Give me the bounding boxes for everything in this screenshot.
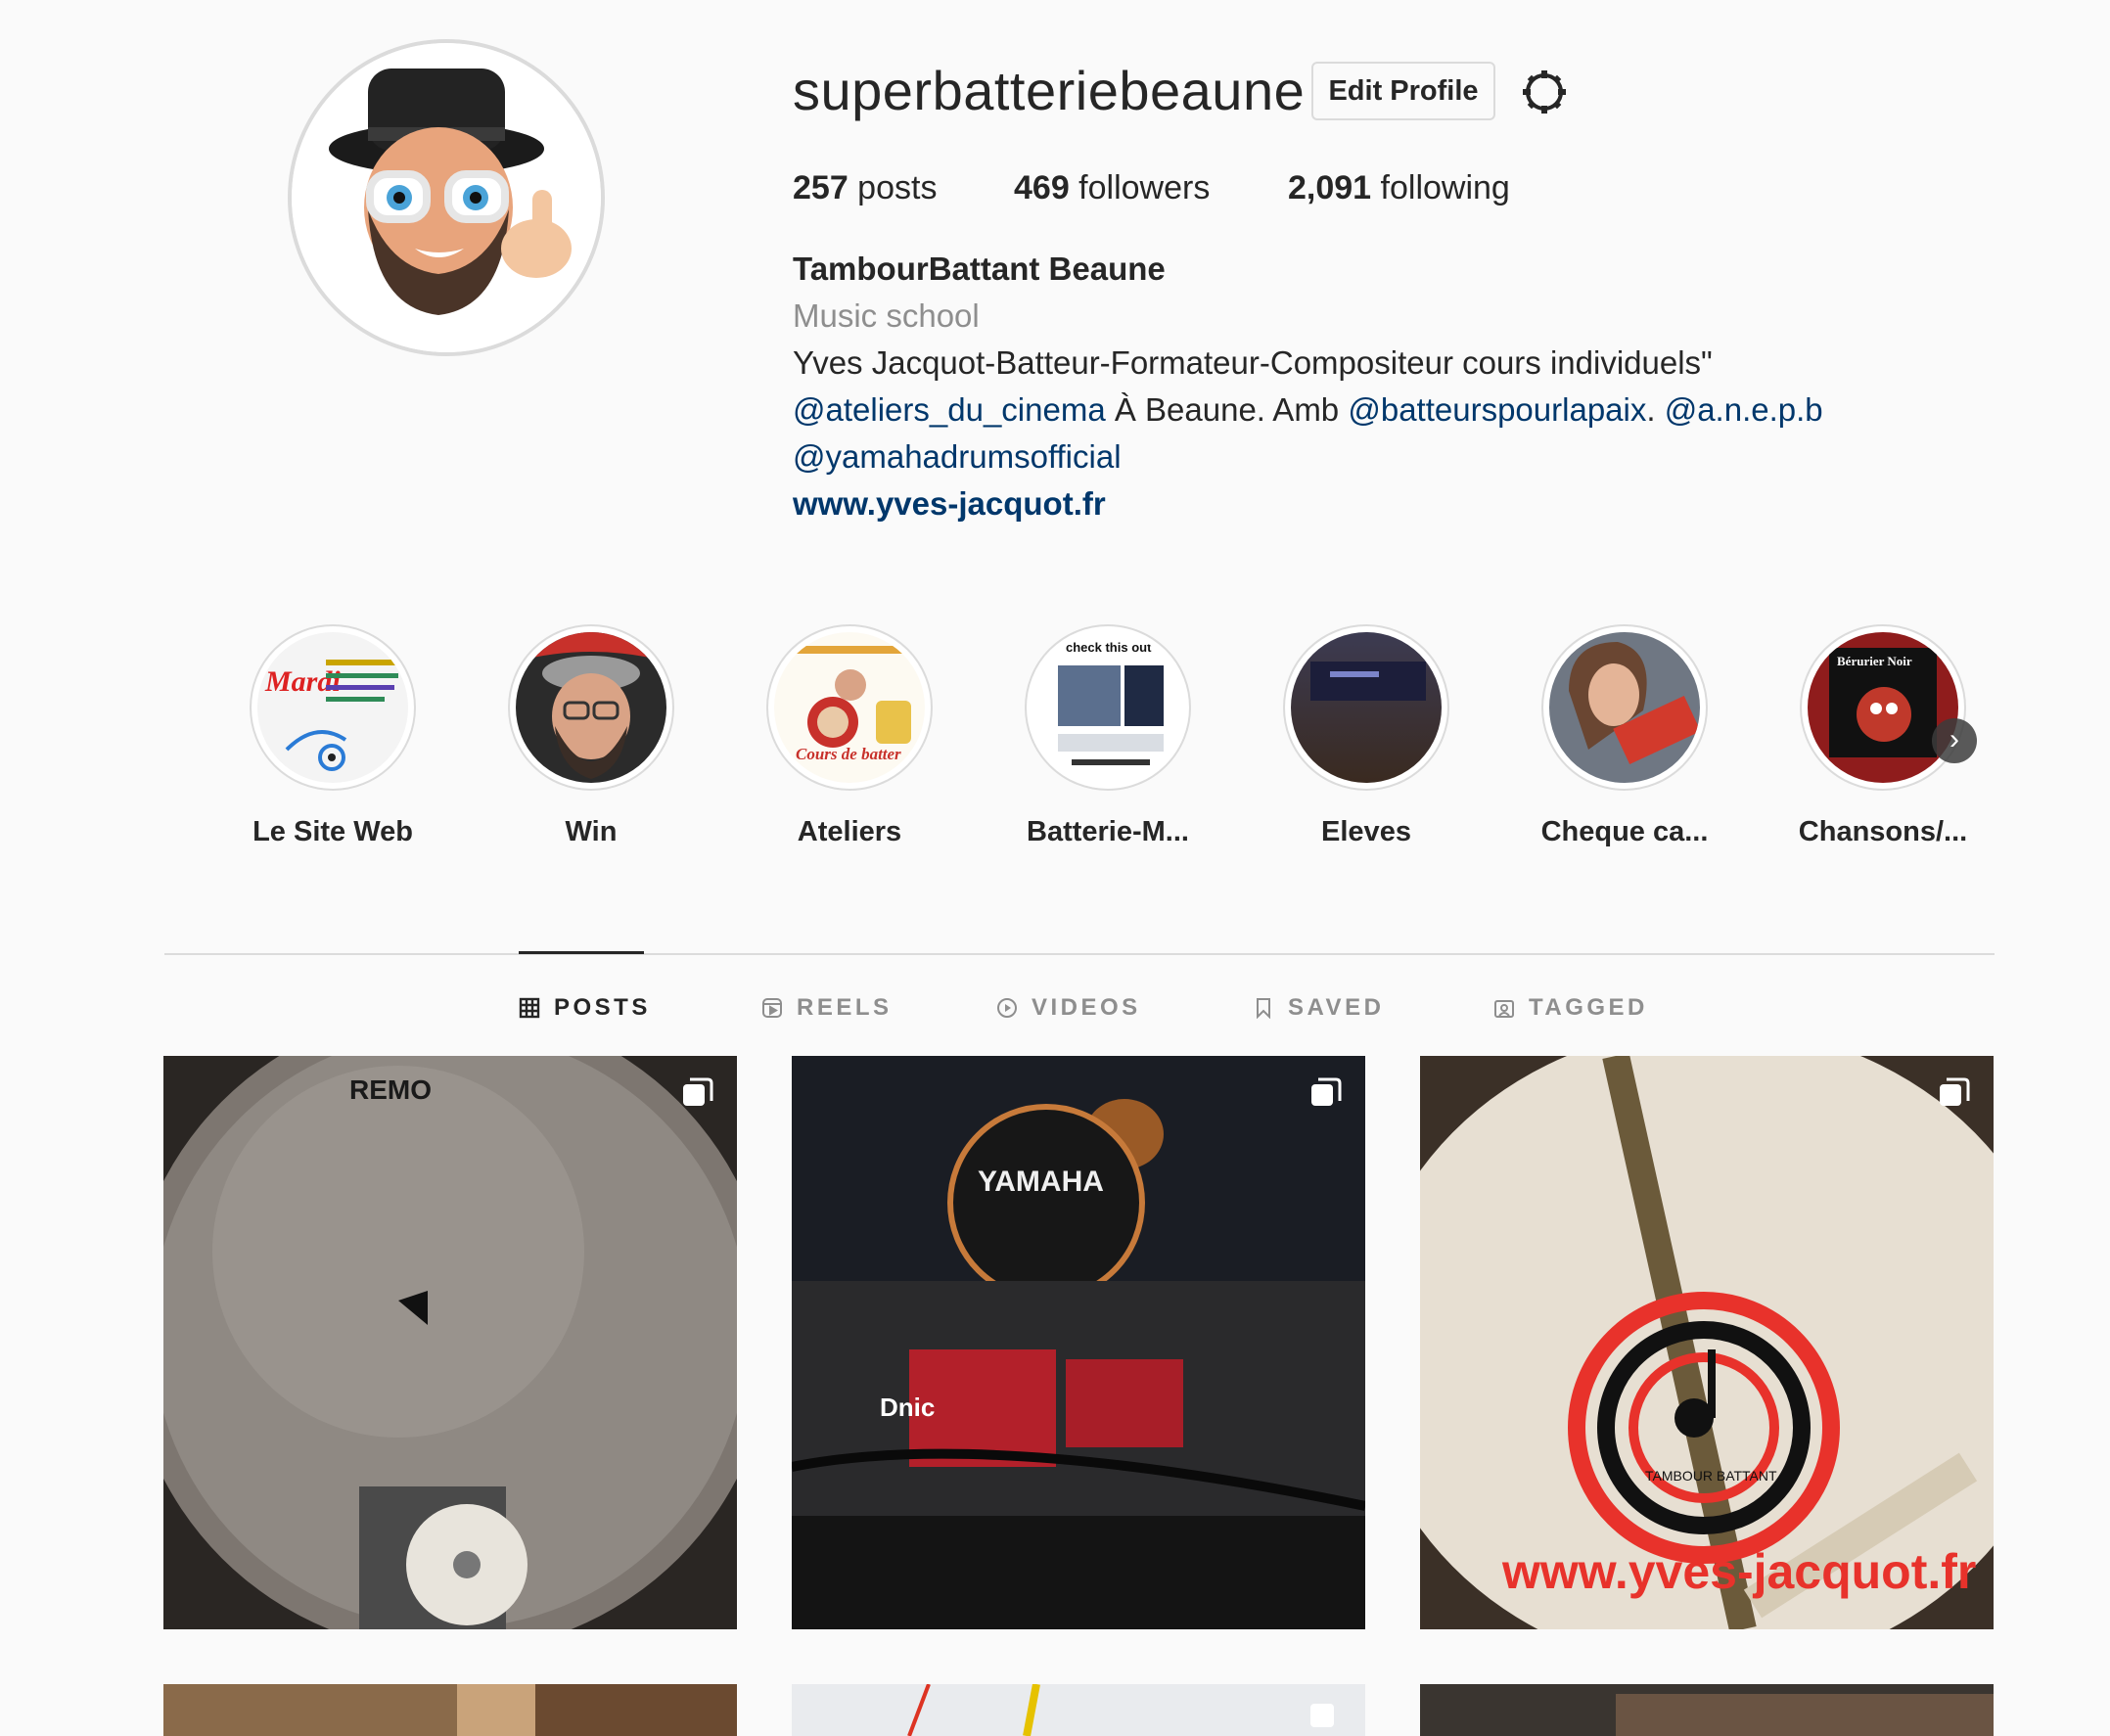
highlight-image: [1549, 632, 1700, 783]
post-remo-logo-text: REMO: [349, 1074, 432, 1105]
highlight-image: Bérurier Noir: [1808, 632, 1958, 783]
highlight-label: Cheque ca...: [1540, 816, 1709, 847]
highlight-cover: [1283, 624, 1449, 791]
tab-label: SAVED: [1288, 994, 1385, 1021]
profile-username: superbatteriebeaune: [793, 60, 1306, 121]
post-website-watermark: www.yves-jacquot.fr: [1501, 1544, 1976, 1599]
highlight-ateliers[interactable]: Cours de batter Ateliers: [737, 624, 962, 851]
post-tile-yamaha-stage[interactable]: YAMAHA Dnic: [792, 1056, 1365, 1629]
bio-text: .: [1646, 391, 1665, 428]
post-image: YAMAHA Dnic: [792, 1056, 1365, 1629]
post-tile-row2-3[interactable]: [1420, 1684, 1994, 1736]
highlight-image: [1291, 632, 1442, 783]
highlight-cheque-cadeau[interactable]: Cheque ca...: [1512, 624, 1737, 851]
reels-icon: [762, 998, 782, 1018]
highlight-image: Mardi: [257, 632, 408, 783]
followers-count: 469: [1014, 169, 1070, 206]
highlight-cover: Mardi: [250, 624, 416, 791]
tagged-icon: [1494, 1000, 1514, 1018]
bio-line-3: @yamahadrumsofficial: [793, 434, 1122, 480]
post-tile-bass-drum[interactable]: REMO: [163, 1056, 737, 1629]
grid-icon: [519, 997, 540, 1019]
play-icon: [997, 998, 1017, 1018]
followers-label: followers: [1069, 169, 1211, 206]
highlight-label: Win: [565, 816, 618, 847]
profile-website-link[interactable]: www.yves-jacquot.fr: [793, 481, 1106, 526]
profile-avatar[interactable]: [288, 39, 605, 356]
mention-link[interactable]: @batteurspourlapaix: [1348, 391, 1646, 428]
following-label: following: [1371, 169, 1510, 206]
highlight-batterie-magazine[interactable]: check this out Batterie-M...: [995, 624, 1220, 851]
tab-videos[interactable]: VIDEOS: [996, 988, 1141, 1028]
highlight-cover: Cours de batter: [766, 624, 933, 791]
tab-label: VIDEOS: [1032, 994, 1141, 1021]
post-tile-row2-2[interactable]: [792, 1684, 1365, 1736]
highlight-win[interactable]: Win: [479, 624, 704, 851]
post-yamaha-text: YAMAHA: [978, 1165, 1104, 1198]
highlight-eleves[interactable]: Eleves: [1254, 624, 1479, 851]
bio-text: À Beaune. Amb: [1105, 391, 1349, 428]
highlight-cover: check this out: [1025, 624, 1191, 791]
tab-posts[interactable]: POSTS: [519, 988, 651, 1028]
highlight-mardi-text: Mardi: [264, 665, 341, 698]
tab-reels[interactable]: REELS: [761, 988, 893, 1028]
bio-line-1: Yves Jacquot-Batteur-Formateur-Composite…: [793, 344, 1713, 381]
highlight-cover: [1541, 624, 1708, 791]
tab-label: POSTS: [554, 994, 651, 1021]
highlight-label: Eleves: [1321, 816, 1411, 847]
highlight-cover: Bérurier Noir: [1800, 624, 1966, 791]
settings-gear-icon[interactable]: [1521, 69, 1568, 115]
profile-full-name: TambourBattant Beaune: [793, 251, 1166, 287]
highlight-check-text: check this out: [1066, 640, 1152, 655]
post-image: TAMBOUR BATTANT www.yves-jacquot.fr: [1420, 1056, 1994, 1629]
post-image: [163, 1684, 737, 1736]
highlight-image: check this out: [1032, 632, 1183, 783]
highlight-label: Chansons/...: [1798, 816, 1968, 847]
stat-following[interactable]: 2,091 following: [1288, 164, 1510, 211]
tabs-divider: [164, 953, 1995, 955]
posts-count: 257: [793, 169, 849, 206]
highlights-next-arrow-icon[interactable]: ›: [1932, 718, 1977, 763]
highlight-label: Le Site Web: [252, 816, 413, 847]
memoji-avatar: [292, 43, 601, 352]
multiple-photos-icon: [1311, 1077, 1342, 1106]
highlight-le-site-web[interactable]: Mardi Le Site Web: [220, 624, 445, 851]
post-dnic-text: Dnic: [880, 1393, 935, 1422]
highlight-berurier-text: Bérurier Noir: [1837, 654, 1912, 668]
highlight-label: Ateliers: [797, 816, 902, 847]
tab-saved[interactable]: SAVED: [1253, 988, 1384, 1028]
bio-line-2: @ateliers_du_cinema À Beaune. Amb @batte…: [793, 388, 1823, 433]
multiple-photos-icon: [683, 1077, 713, 1106]
post-image: REMO: [163, 1056, 737, 1629]
edit-profile-button[interactable]: Edit Profile: [1311, 62, 1495, 120]
posts-label: posts: [848, 169, 938, 206]
mention-link[interactable]: @yamahadrumsofficial: [793, 438, 1122, 475]
tab-tagged[interactable]: TAGGED: [1493, 988, 1648, 1028]
post-image: [792, 1684, 1365, 1736]
highlight-label: Batterie-M...: [1027, 816, 1189, 847]
multiple-photos-icon: [1940, 1077, 1970, 1106]
highlight-image: [516, 632, 666, 783]
highlight-cours-text: Cours de batter: [796, 745, 901, 763]
tab-label: TAGGED: [1529, 994, 1648, 1021]
post-image: [1420, 1684, 1994, 1736]
mention-link[interactable]: @ateliers_du_cinema: [793, 391, 1106, 428]
active-tab-indicator: [519, 951, 644, 954]
stat-followers[interactable]: 469 followers: [1014, 164, 1210, 211]
mention-link[interactable]: @a.n.e.p.b: [1665, 391, 1823, 428]
post-tile-snare-logo[interactable]: TAMBOUR BATTANT www.yves-jacquot.fr: [1420, 1056, 1994, 1629]
highlight-cover: [508, 624, 674, 791]
stat-posts: 257 posts: [793, 164, 937, 211]
highlight-image: Cours de batter: [774, 632, 925, 783]
post-tile-row2-1[interactable]: [163, 1684, 737, 1736]
profile-category: Music school: [793, 297, 980, 334]
post-tambour-battant-text: TAMBOUR BATTANT: [1645, 1468, 1777, 1484]
bookmark-icon: [1257, 998, 1270, 1019]
following-count: 2,091: [1288, 169, 1372, 206]
tab-label: REELS: [797, 994, 893, 1021]
